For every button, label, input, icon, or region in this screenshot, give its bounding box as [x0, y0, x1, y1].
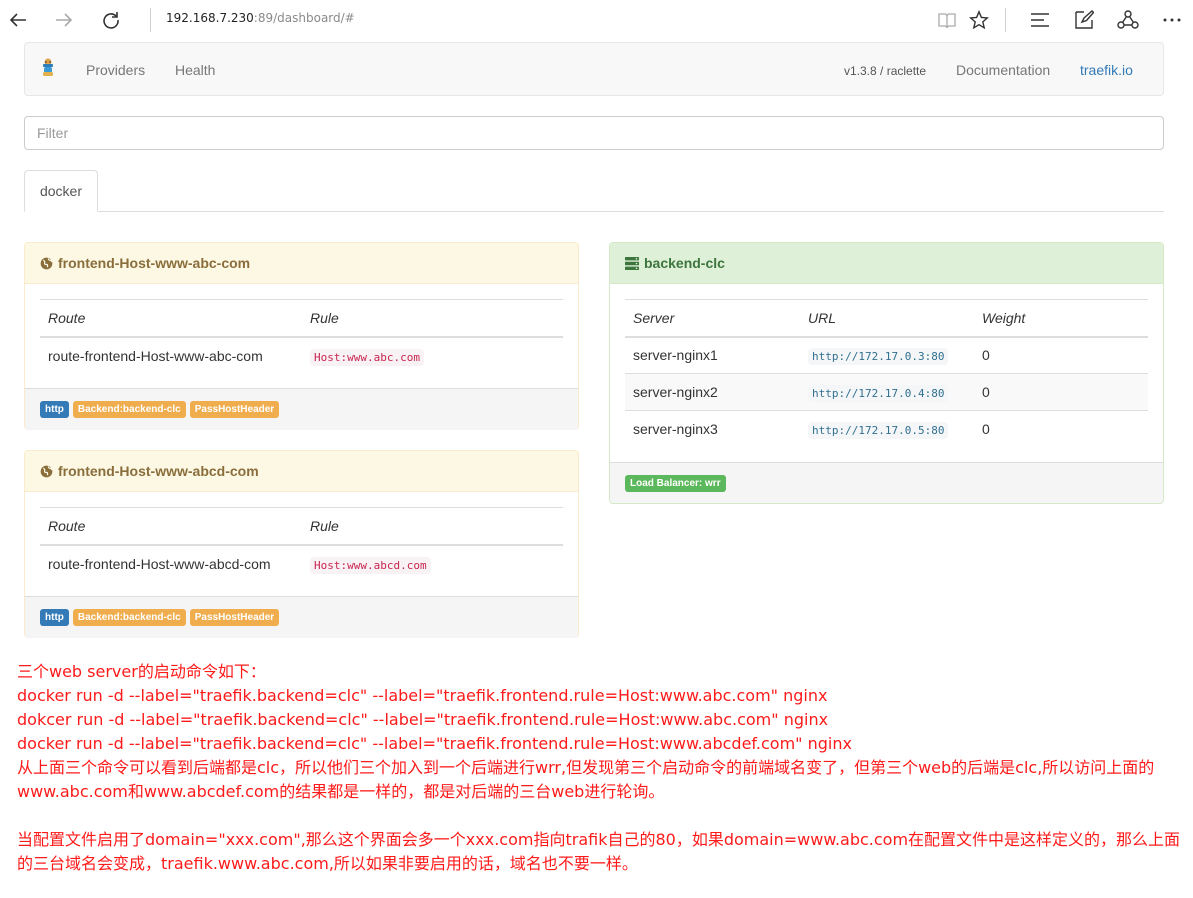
- server-weight: 0: [982, 347, 990, 364]
- address-bar[interactable]: 192.168.7.230:89/dashboard/#: [166, 11, 355, 25]
- label-passhostheader: PassHostHeader: [189, 609, 280, 626]
- frontend-title: frontend-Host-www-abc-com: [58, 255, 251, 271]
- panel-footer: Load Balancer: wrr: [610, 462, 1163, 503]
- toolbar-separator: [1005, 8, 1006, 32]
- server-stack-icon: [625, 256, 639, 270]
- table-row: route-frontend-Host-www-abc-com Host:www…: [40, 337, 563, 374]
- server-table: Server URL Weight server-nginx1 http://1…: [625, 299, 1148, 448]
- column-header-url: URL: [800, 299, 974, 338]
- version-text: v1.3.8 / raclette: [844, 64, 927, 78]
- traefik-navbar: Providers Health v1.3.8 / raclette Docum…: [24, 42, 1164, 96]
- column-header-rule: Rule: [302, 299, 563, 338]
- frontend-title: frontend-Host-www-abcd-com: [58, 463, 259, 479]
- frontend-panel: frontend-Host-www-abcd-com Route Rule ro…: [24, 450, 579, 638]
- panel-heading: frontend-Host-www-abcd-com: [25, 451, 578, 492]
- route-table: Route Rule route-frontend-Host-www-abc-c…: [40, 299, 563, 374]
- note-line: 三个web server的启动命令如下：: [17, 662, 266, 681]
- traefik-logo-icon[interactable]: [39, 57, 57, 79]
- label-passhostheader: PassHostHeader: [189, 401, 280, 418]
- panel-body: Route Rule route-frontend-Host-www-abcd-…: [25, 492, 578, 596]
- note-command: docker run -d --label="traefik.backend=c…: [17, 686, 828, 705]
- column-header-rule: Rule: [302, 507, 563, 546]
- frontend-panel: frontend-Host-www-abc-com Route Rule rou…: [24, 242, 579, 430]
- reading-view-icon[interactable]: [933, 6, 961, 34]
- web-note-icon[interactable]: [1070, 6, 1098, 34]
- label-backend: Backend:backend-clc: [72, 401, 186, 418]
- url-path: :89/dashboard/#: [253, 11, 355, 25]
- panel-heading: backend-clc: [610, 243, 1163, 284]
- filter-input[interactable]: [24, 116, 1164, 150]
- server-name: server-nginx2: [625, 373, 800, 411]
- url-cell: http://172.17.0.4:80: [800, 373, 974, 411]
- label-backend: Backend:backend-clc: [72, 609, 186, 626]
- server-name: server-nginx1: [633, 347, 718, 364]
- table-row: server-nginx3 http://172.17.0.5:80 0: [625, 410, 1148, 448]
- panel-heading: frontend-Host-www-abc-com: [25, 243, 578, 284]
- route-table: Route Rule route-frontend-Host-www-abcd-…: [40, 507, 563, 582]
- server-weight: 0: [974, 373, 1148, 411]
- table-row: server-nginx2 http://172.17.0.4:80 0: [625, 373, 1148, 411]
- column-header-route: Route: [40, 507, 302, 546]
- nav-health[interactable]: Health: [175, 62, 215, 78]
- label-entrypoint: http: [40, 401, 69, 418]
- label-load-balancer: Load Balancer: wrr: [625, 474, 726, 492]
- note-command: dokcer run -d --label="traefik.backend=c…: [17, 710, 829, 729]
- note-paragraph: 从上面三个命令可以看到后端都是clc，所以他们三个加入到一个后端进行wrr,但发…: [17, 758, 1155, 801]
- url-separator: [150, 8, 151, 32]
- globe-icon: [40, 465, 53, 478]
- hub-icon[interactable]: [1026, 6, 1054, 34]
- url-cell: http://172.17.0.5:80: [800, 410, 974, 448]
- more-icon[interactable]: [1158, 6, 1186, 34]
- globe-icon: [40, 257, 53, 270]
- rule-value: Host:www.abc.com: [310, 348, 424, 366]
- url-host: 192.168.7.230: [166, 11, 254, 25]
- panel-footer: http Backend:backend-clc PassHostHeader: [25, 596, 578, 638]
- nav-traefik-io[interactable]: traefik.io: [1080, 62, 1133, 78]
- tabs-divider: [24, 211, 1164, 212]
- server-url: http://172.17.0.4:80: [808, 385, 949, 402]
- note-paragraph: 当配置文件启用了domain="xxx.com",那么这个界面会多一个xxx.c…: [17, 830, 1181, 873]
- rule-cell: Host:www.abc.com: [302, 337, 563, 374]
- column-header-weight: Weight: [974, 299, 1148, 338]
- rule-value: Host:www.abcd.com: [310, 556, 431, 574]
- route-name: route-frontend-Host-www-abcd-com: [48, 555, 271, 572]
- panel-body: Server URL Weight server-nginx1 http://1…: [610, 284, 1163, 462]
- panel-body: Route Rule route-frontend-Host-www-abc-c…: [25, 284, 578, 388]
- back-arrow-icon[interactable]: [4, 6, 32, 34]
- tab-docker[interactable]: docker: [24, 170, 98, 212]
- url-cell: http://172.17.0.3:80: [800, 337, 974, 374]
- column-header-route: Route: [40, 299, 302, 338]
- annotation-notes: 三个web server的启动命令如下： docker run -d --lab…: [17, 660, 1193, 876]
- backend-panel: backend-clc Server URL Weight server-ngi…: [609, 242, 1164, 504]
- nav-documentation[interactable]: Documentation: [956, 62, 1050, 78]
- backend-title: backend-clc: [644, 255, 725, 271]
- star-icon[interactable]: [965, 6, 993, 34]
- share-icon[interactable]: [1114, 6, 1142, 34]
- rule-cell: Host:www.abcd.com: [302, 545, 563, 582]
- table-row: route-frontend-Host-www-abcd-com Host:ww…: [40, 545, 563, 582]
- note-command: docker run -d --label="traefik.backend=c…: [17, 734, 852, 753]
- refresh-icon[interactable]: [97, 6, 125, 34]
- server-url: http://172.17.0.5:80: [808, 422, 949, 440]
- panel-footer: http Backend:backend-clc PassHostHeader: [25, 388, 578, 430]
- browser-toolbar: 192.168.7.230:89/dashboard/#: [0, 0, 1193, 40]
- note-spacer: [17, 804, 1193, 828]
- nav-providers[interactable]: Providers: [86, 62, 145, 78]
- server-name: server-nginx3: [625, 410, 800, 448]
- forward-arrow-icon[interactable]: [50, 6, 78, 34]
- label-entrypoint: http: [40, 609, 69, 626]
- column-header-server: Server: [625, 299, 800, 338]
- server-weight: 0: [974, 410, 1148, 448]
- server-url: http://172.17.0.3:80: [808, 348, 949, 366]
- route-name: route-frontend-Host-www-abc-com: [48, 347, 263, 364]
- table-row: server-nginx1 http://172.17.0.3:80 0: [625, 337, 1148, 374]
